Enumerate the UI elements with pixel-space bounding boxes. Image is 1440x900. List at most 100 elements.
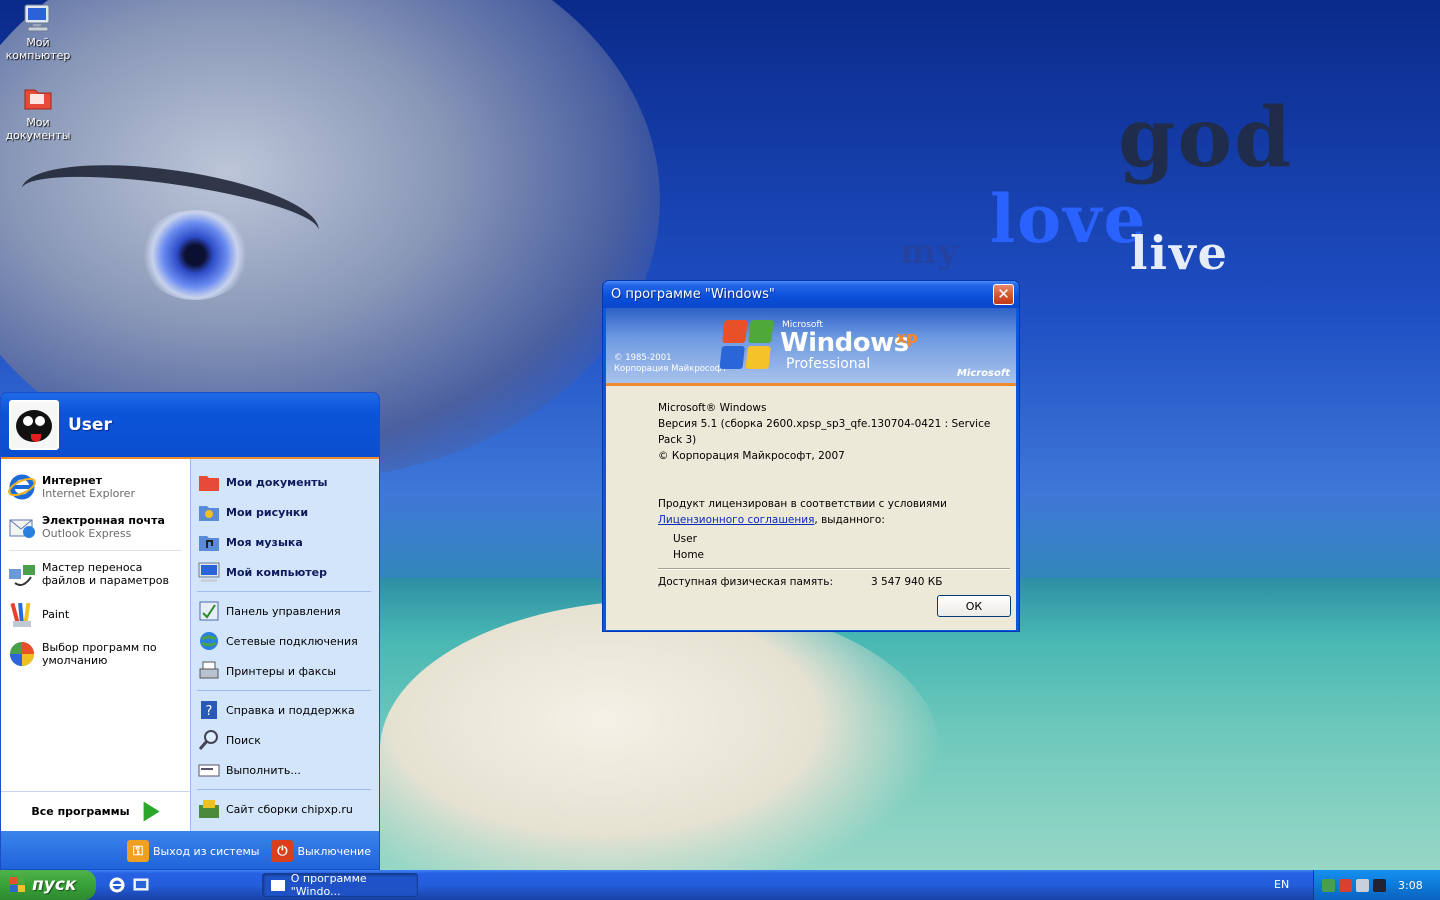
product-name: Microsoft® Windows [658, 402, 767, 414]
windows-flag-icon [719, 320, 774, 370]
wallpaper-word-live: live [1130, 226, 1229, 280]
memory-value: 3 547 940 КБ [871, 576, 943, 588]
banner-windows: Windows [780, 328, 909, 358]
computer-icon [197, 560, 221, 584]
start-item-my-computer[interactable]: Мой компьютер [191, 557, 379, 587]
shutdown-button[interactable]: ⏻ Выключение [271, 840, 371, 862]
start-item-my-pictures[interactable]: Мои рисунки [191, 497, 379, 527]
start-menu-programs: Интернет Internet Explorer Электронная по… [1, 459, 190, 831]
computer-icon [24, 4, 50, 32]
desktop-icon-my-computer[interactable]: Мой компьютер [0, 2, 76, 62]
wallpaper-eye [140, 210, 250, 300]
start-button[interactable]: пуск [0, 870, 96, 900]
divider [197, 789, 371, 790]
microsoft-logo: Microsoft [956, 368, 1010, 379]
licensed-organization: Home [673, 549, 705, 561]
banner-copyright: © 1985-2001 Корпорация Майкрософт [614, 353, 728, 374]
network-icon[interactable] [1322, 878, 1335, 892]
windows-xp-banner: © 1985-2001 Корпорация Майкрософт Micros… [606, 308, 1016, 386]
quick-launch [108, 876, 156, 894]
show-desktop-icon[interactable] [132, 876, 150, 894]
start-item-help[interactable]: ? Справка и поддержка [191, 695, 379, 725]
dialog-titlebar[interactable]: О программе "Windows" ✕ [603, 281, 1019, 308]
desktop-icon-my-documents[interactable]: Мои документы [0, 82, 76, 142]
start-label: пуск [32, 875, 77, 895]
language-indicator[interactable]: EN [1274, 878, 1289, 891]
start-menu-header: User [1, 393, 379, 459]
start-item-internet[interactable]: Интернет Internet Explorer [1, 467, 190, 507]
close-icon: ✕ [997, 285, 1010, 303]
email-icon [7, 512, 37, 542]
speaker-icon[interactable] [1356, 878, 1369, 892]
display-icon[interactable] [1373, 878, 1386, 892]
banner-xp: xp [896, 328, 918, 347]
dialog-body: © 1985-2001 Корпорация Майкрософт Micros… [606, 308, 1016, 630]
about-info: Microsoft® Windows Версия 5.1 (сборка 26… [658, 400, 1010, 590]
transfer-wizard-icon [7, 559, 37, 589]
website-icon [197, 797, 221, 821]
power-icon: ⏻ [271, 840, 294, 862]
user-name: User [68, 415, 112, 435]
start-menu-places: Мои документы Мои рисунки Моя музыка Мой… [190, 459, 379, 831]
start-item-paint[interactable]: Paint [1, 594, 190, 634]
svg-text:?: ? [206, 704, 213, 719]
start-item-control-panel[interactable]: Панель управления [191, 596, 379, 626]
folder-icon [24, 89, 52, 110]
close-button[interactable]: ✕ [993, 284, 1014, 305]
memory-row: Доступная физическая память: 3 547 940 К… [658, 574, 1010, 590]
start-item-website[interactable]: Сайт сборки chipxp.ru [191, 794, 379, 824]
start-item-default-programs[interactable]: Выбор программ по умолчанию [1, 634, 190, 674]
about-windows-dialog: О программе "Windows" ✕ © 1985-2001 Корп… [602, 280, 1020, 632]
start-item-transfer-wizard[interactable]: Мастер переноса файлов и параметров [1, 554, 190, 594]
control-panel-icon [197, 599, 221, 623]
license-suffix: , выданного: [814, 514, 885, 526]
start-item-printers[interactable]: Принтеры и факсы [191, 656, 379, 686]
banner-edition: Professional [786, 356, 871, 372]
wallpaper-word-god: god [1118, 90, 1294, 186]
network-icon [197, 629, 221, 653]
wallpaper-word-my: my [900, 232, 960, 272]
start-item-email[interactable]: Электронная почта Outlook Express [1, 507, 190, 547]
start-item-my-music[interactable]: Моя музыка [191, 527, 379, 557]
start-item-search[interactable]: Поиск [191, 725, 379, 755]
system-tray: 3:08 [1313, 870, 1440, 900]
ok-button[interactable]: ОК [937, 595, 1011, 617]
dialog-title: О программе "Windows" [611, 287, 775, 302]
version-text: Версия 5.1 (сборка 2600.xpsp_sp3_qfe.130… [658, 418, 991, 446]
key-icon: ⚿ [126, 840, 149, 862]
log-off-button[interactable]: ⚿ Выход из системы [126, 840, 259, 862]
start-item-my-documents[interactable]: Мои документы [191, 467, 379, 497]
folder-icon [197, 470, 221, 494]
divider [658, 568, 1010, 570]
memory-label: Доступная физическая память: [658, 576, 834, 588]
license-text: Продукт лицензирован в соответствии с ус… [658, 498, 947, 510]
printer-icon [197, 659, 221, 683]
help-icon: ? [197, 698, 221, 722]
desktop-icon-label: Мои документы [5, 116, 71, 142]
divider [197, 591, 371, 592]
start-menu: User Интернет Internet Explorer Электронн… [0, 392, 380, 870]
clock[interactable]: 3:08 [1398, 879, 1423, 892]
paint-icon [7, 599, 37, 629]
start-menu-footer: ⚿ Выход из системы ⏻ Выключение [1, 831, 379, 869]
arrow-right-icon [143, 801, 160, 822]
run-icon [197, 758, 221, 782]
start-item-network[interactable]: Сетевые подключения [191, 626, 379, 656]
copyright-text: © Корпорация Майкрософт, 2007 [658, 450, 845, 462]
pictures-icon [197, 500, 221, 524]
wallpaper-word-love: love [990, 180, 1148, 258]
user-avatar-icon[interactable] [9, 400, 59, 450]
all-programs-button[interactable]: Все программы [1, 791, 190, 831]
licensed-user: User [673, 533, 697, 545]
taskbar-button-about-windows[interactable]: О программе "Windo... [262, 872, 418, 898]
search-icon [197, 728, 221, 752]
default-programs-icon [7, 639, 37, 669]
license-agreement-link[interactable]: Лицензионного соглашения [658, 514, 814, 526]
taskbar: пуск О программе "Windo... EN 3:08 [0, 870, 1440, 900]
security-icon[interactable] [1339, 878, 1352, 892]
window-icon [271, 879, 285, 891]
start-item-run[interactable]: Выполнить... [191, 755, 379, 785]
desktop-icon-label: Мой компьютер [5, 36, 71, 62]
music-icon [197, 530, 221, 554]
internet-explorer-icon[interactable] [108, 876, 126, 894]
